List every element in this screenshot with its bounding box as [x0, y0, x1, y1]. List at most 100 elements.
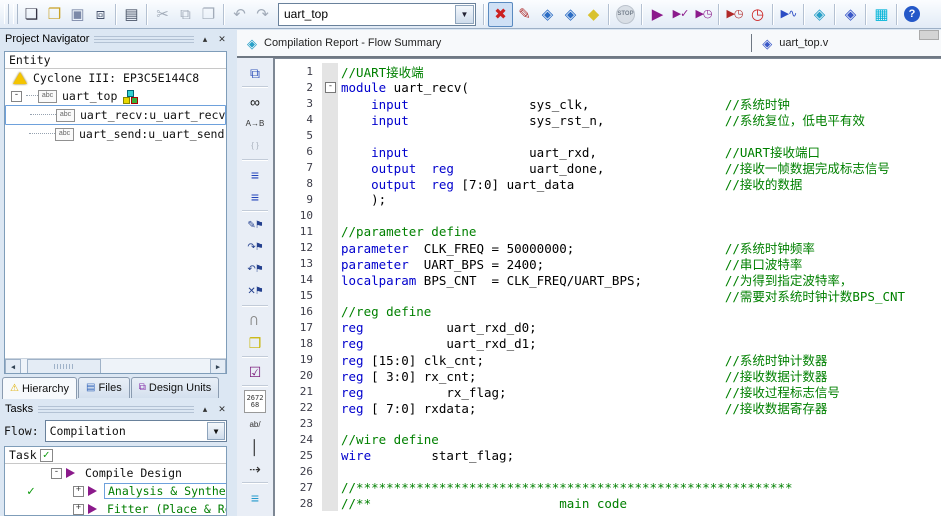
tree-item-uart_send[interactable]: abc uart_send:u_uart_send — [5, 125, 226, 143]
start-timing-analysis-button[interactable]: ▶◷ — [692, 3, 715, 26]
collapse-node-icon[interactable]: - — [11, 90, 22, 102]
help-button[interactable]: ? — [904, 6, 920, 22]
tree-item-uart_recv[interactable]: abc uart_recv:u_uart_recv — [5, 105, 226, 125]
assignment-editor-button[interactable]: ✎ — [513, 3, 536, 26]
scroll-left-icon[interactable]: ◀ — [5, 359, 21, 373]
code-line-15[interactable]: 15 //需要对系统时钟计数BPS_CNT — [275, 287, 941, 304]
save-button[interactable]: ▣ — [66, 3, 89, 26]
tab-design-units[interactable]: ⧉ Design Units — [130, 377, 220, 398]
line-number: 23 — [299, 416, 313, 430]
code-line-25[interactable]: 25 wire start_flag; — [275, 447, 941, 463]
fold-margin — [322, 175, 338, 191]
column-select-button[interactable]: │ — [242, 436, 268, 457]
new-window-button[interactable]: ⧉ — [242, 62, 268, 83]
chevron-down-icon[interactable]: ▼ — [455, 4, 474, 24]
run-task-icon[interactable] — [88, 504, 97, 514]
code-line-9[interactable]: 9 ); — [275, 191, 941, 207]
toolbar-separator — [803, 3, 805, 25]
compilation-report-button[interactable]: ◈ — [808, 3, 831, 26]
code-editor[interactable]: 1 //UART接收端 2 - module uart_recv(3 input sys… — [273, 58, 941, 516]
task-row-analysis-synthesis[interactable]: ✓ + Analysis & Synthesis — [5, 482, 226, 500]
chevron-down-icon[interactable]: ▼ — [207, 422, 225, 440]
expand-node-icon[interactable]: + — [73, 503, 84, 515]
scroll-right-icon[interactable]: ▶ — [210, 359, 226, 373]
prev-bookmark-button[interactable]: ↶⚑ — [242, 259, 268, 280]
align-button[interactable]: ≡ — [242, 487, 268, 508]
insert-template-button[interactable]: ❒ — [242, 332, 268, 353]
code-line-28[interactable]: 28 //** main code — [275, 495, 941, 511]
tree-item-uart_top[interactable]: - abc uart_top — [5, 87, 226, 105]
entity-tree: Entity Cyclone III: EP3C5E144C8- abc uart_… — [4, 51, 227, 374]
pin-planner-button[interactable]: ✖ — [488, 1, 513, 27]
print-button[interactable]: ▤ — [120, 3, 143, 26]
toolbar-grip[interactable] — [13, 4, 18, 24]
find-button[interactable]: ∞ — [242, 91, 268, 112]
code-line-8[interactable]: 8 output reg [7:0] uart_data //接收的数据 — [275, 175, 941, 192]
tree-item-Cyclone III[interactable]: Cyclone III: EP3C5E144C8 — [5, 69, 226, 87]
code-line-24[interactable]: 24 //wire define — [275, 431, 941, 447]
device-button[interactable]: ◆ — [582, 3, 605, 26]
special-chars-button[interactable]: ab/ — [242, 414, 268, 435]
toggle-bookmark-button[interactable]: ✎⚑ — [242, 215, 268, 236]
attach-button[interactable]: ⊂ — [245, 308, 266, 334]
flow-combobox[interactable]: Compilation ▼ — [44, 420, 227, 442]
start-timequest-button[interactable]: ▶◷ — [723, 3, 746, 26]
tab-compilation-report[interactable]: ◈ Compilation Report - Flow Summary — [237, 30, 451, 56]
line-numbers-button[interactable]: 267268 — [244, 390, 266, 413]
run-task-icon[interactable] — [88, 486, 97, 496]
code-line-17[interactable]: 17 reg uart_rxd_d0; — [275, 319, 941, 335]
code-line-10[interactable]: 10 — [275, 207, 941, 223]
analysis-settings-button[interactable]: ◈ — [559, 3, 582, 26]
analyze-current-file-button[interactable]: ☑ — [242, 361, 268, 382]
collapse-node-icon[interactable]: - — [51, 467, 62, 479]
panel-grip[interactable] — [94, 35, 194, 43]
scrollbar-thumb[interactable] — [27, 359, 101, 373]
close-panel-icon[interactable]: ✕ — [216, 403, 228, 415]
code-line-26[interactable]: 26 — [275, 463, 941, 479]
replace-button[interactable]: A→B — [242, 113, 268, 134]
settings-button[interactable]: ◈ — [536, 3, 559, 26]
report-diamond-icon: ◈ — [247, 35, 257, 51]
next-bookmark-button[interactable]: ↷⚑ — [242, 237, 268, 258]
save-all-button[interactable]: ⧈ — [89, 3, 112, 26]
expand-node-icon[interactable]: + — [73, 485, 84, 497]
open-file-button[interactable]: ❒ — [43, 3, 66, 26]
increase-indent-button[interactable]: ≡ — [242, 164, 268, 185]
programmer-button[interactable]: ▦ — [870, 3, 893, 26]
fold-margin — [322, 431, 338, 447]
task-row-compile-design[interactable]: - Compile Design — [5, 464, 226, 482]
toolbar-grip[interactable] — [4, 4, 9, 24]
code-line-23[interactable]: 23 — [275, 415, 941, 431]
line-number: 25 — [299, 448, 313, 462]
window-controls[interactable] — [919, 30, 939, 40]
fold-margin — [322, 143, 338, 159]
code-line-16[interactable]: 16 //reg define — [275, 303, 941, 319]
tab-hierarchy[interactable]: ⚠ Hierarchy — [2, 377, 78, 399]
collapse-panel-icon[interactable]: ▴ — [199, 33, 211, 45]
clear-bookmarks-button[interactable]: ✕⚑ — [242, 281, 268, 302]
tab-files[interactable]: ▤ Files — [78, 377, 130, 398]
classic-timing-analyzer-button[interactable]: ◷ — [746, 3, 769, 26]
fold-collapse-icon[interactable]: - — [325, 82, 336, 93]
rtl-viewer-button[interactable]: ◈ — [839, 3, 862, 26]
code-line-22[interactable]: 22 reg [ 7:0] rxdata; //接收数据寄存器 — [275, 399, 941, 416]
run-task-icon[interactable] — [66, 468, 75, 478]
close-panel-icon[interactable]: ✕ — [216, 33, 228, 45]
simulator-button[interactable]: ▶∿ — [777, 3, 800, 26]
code-line-4[interactable]: 4 input sys_rst_n, //系统复位，低电平有效 — [275, 111, 941, 128]
start-compilation-button[interactable]: ▶ — [646, 3, 669, 26]
code-line-27[interactable]: 27 //************************************… — [275, 479, 941, 495]
decrease-indent-button[interactable]: ≡ — [242, 186, 268, 207]
new-file-button[interactable]: ❏ — [20, 3, 43, 26]
whitespace-arrow-button[interactable]: ⇢ — [242, 458, 268, 479]
entity-combobox[interactable]: uart_top ▼ — [278, 2, 476, 26]
collapse-panel-icon[interactable]: ▴ — [199, 403, 211, 415]
entity-column-header[interactable]: Entity — [5, 52, 226, 69]
start-analysis-synthesis-button[interactable]: ▶✓ — [669, 3, 692, 26]
task-column-header[interactable]: Task ✓ — [5, 447, 226, 464]
horizontal-scrollbar[interactable]: ◀ ▶ — [5, 358, 226, 373]
code-line-1[interactable]: 1 //UART接收端 — [275, 63, 941, 80]
tab-uart-top-v[interactable]: ◈ uart_top.v — [752, 30, 838, 56]
task-row-fitter-place-route-[interactable]: + Fitter (Place & Route) — [5, 500, 226, 515]
panel-grip[interactable] — [38, 405, 194, 413]
